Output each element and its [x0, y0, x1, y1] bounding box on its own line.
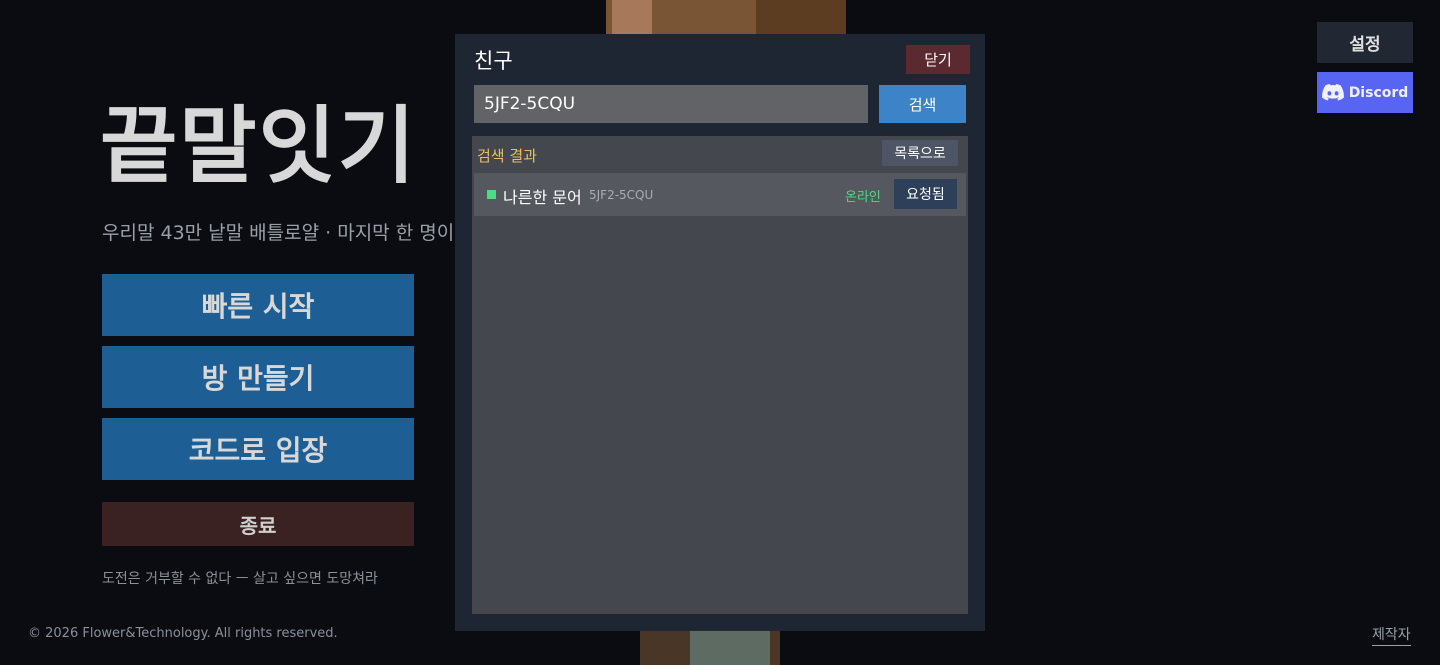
close-button[interactable]: 닫기	[906, 45, 970, 74]
friend-search-input[interactable]	[474, 85, 868, 123]
search-button[interactable]: 검색	[879, 85, 966, 123]
request-sent-button[interactable]: 요청됨	[894, 179, 957, 209]
friends-modal-title: 친구	[474, 49, 513, 73]
back-to-list-button[interactable]: 목록으로	[882, 140, 958, 166]
quick-start-button[interactable]: 빠른 시작	[102, 274, 414, 336]
search-results-title: 검색 결과	[477, 147, 537, 165]
tagline: 도전은 거부할 수 없다 ㅡ 살고 싶으면 도망쳐라	[102, 571, 378, 587]
create-room-button[interactable]: 방 만들기	[102, 346, 414, 408]
background-character-hair-shade	[756, 0, 846, 34]
friend-code: 5JF2-5CQU	[589, 188, 654, 202]
friends-modal: 친구 닫기 검색 검색 결과 목록으로 나른한 문어 5JF2-5CQU 온라인…	[455, 34, 985, 631]
credits-link[interactable]: 제작자	[1372, 624, 1411, 646]
copyright-text: © 2026 Flower&Technology. All rights res…	[28, 626, 338, 641]
search-results-panel: 검색 결과 목록으로 나른한 문어 5JF2-5CQU 온라인 요청됨	[472, 136, 968, 614]
online-status-icon	[487, 190, 496, 199]
settings-button[interactable]: 설정	[1317, 22, 1413, 63]
background-character-face	[612, 0, 652, 34]
background-character-pants	[690, 630, 770, 665]
discord-icon	[1321, 84, 1344, 101]
game-title: 끝말잇기	[100, 97, 418, 195]
join-by-code-button[interactable]: 코드로 입장	[102, 418, 414, 480]
discord-label: Discord	[1348, 84, 1409, 101]
exit-button[interactable]: 종료	[102, 502, 414, 546]
friend-name: 나른한 문어	[503, 188, 582, 207]
search-result-row: 나른한 문어 5JF2-5CQU 온라인 요청됨	[474, 173, 966, 216]
discord-button[interactable]: Discord	[1317, 72, 1413, 113]
game-subtitle: 우리말 43만 낱말 배틀로얄 · 마지막 한 명이	[102, 222, 455, 244]
friend-online-status: 온라인	[845, 190, 881, 205]
